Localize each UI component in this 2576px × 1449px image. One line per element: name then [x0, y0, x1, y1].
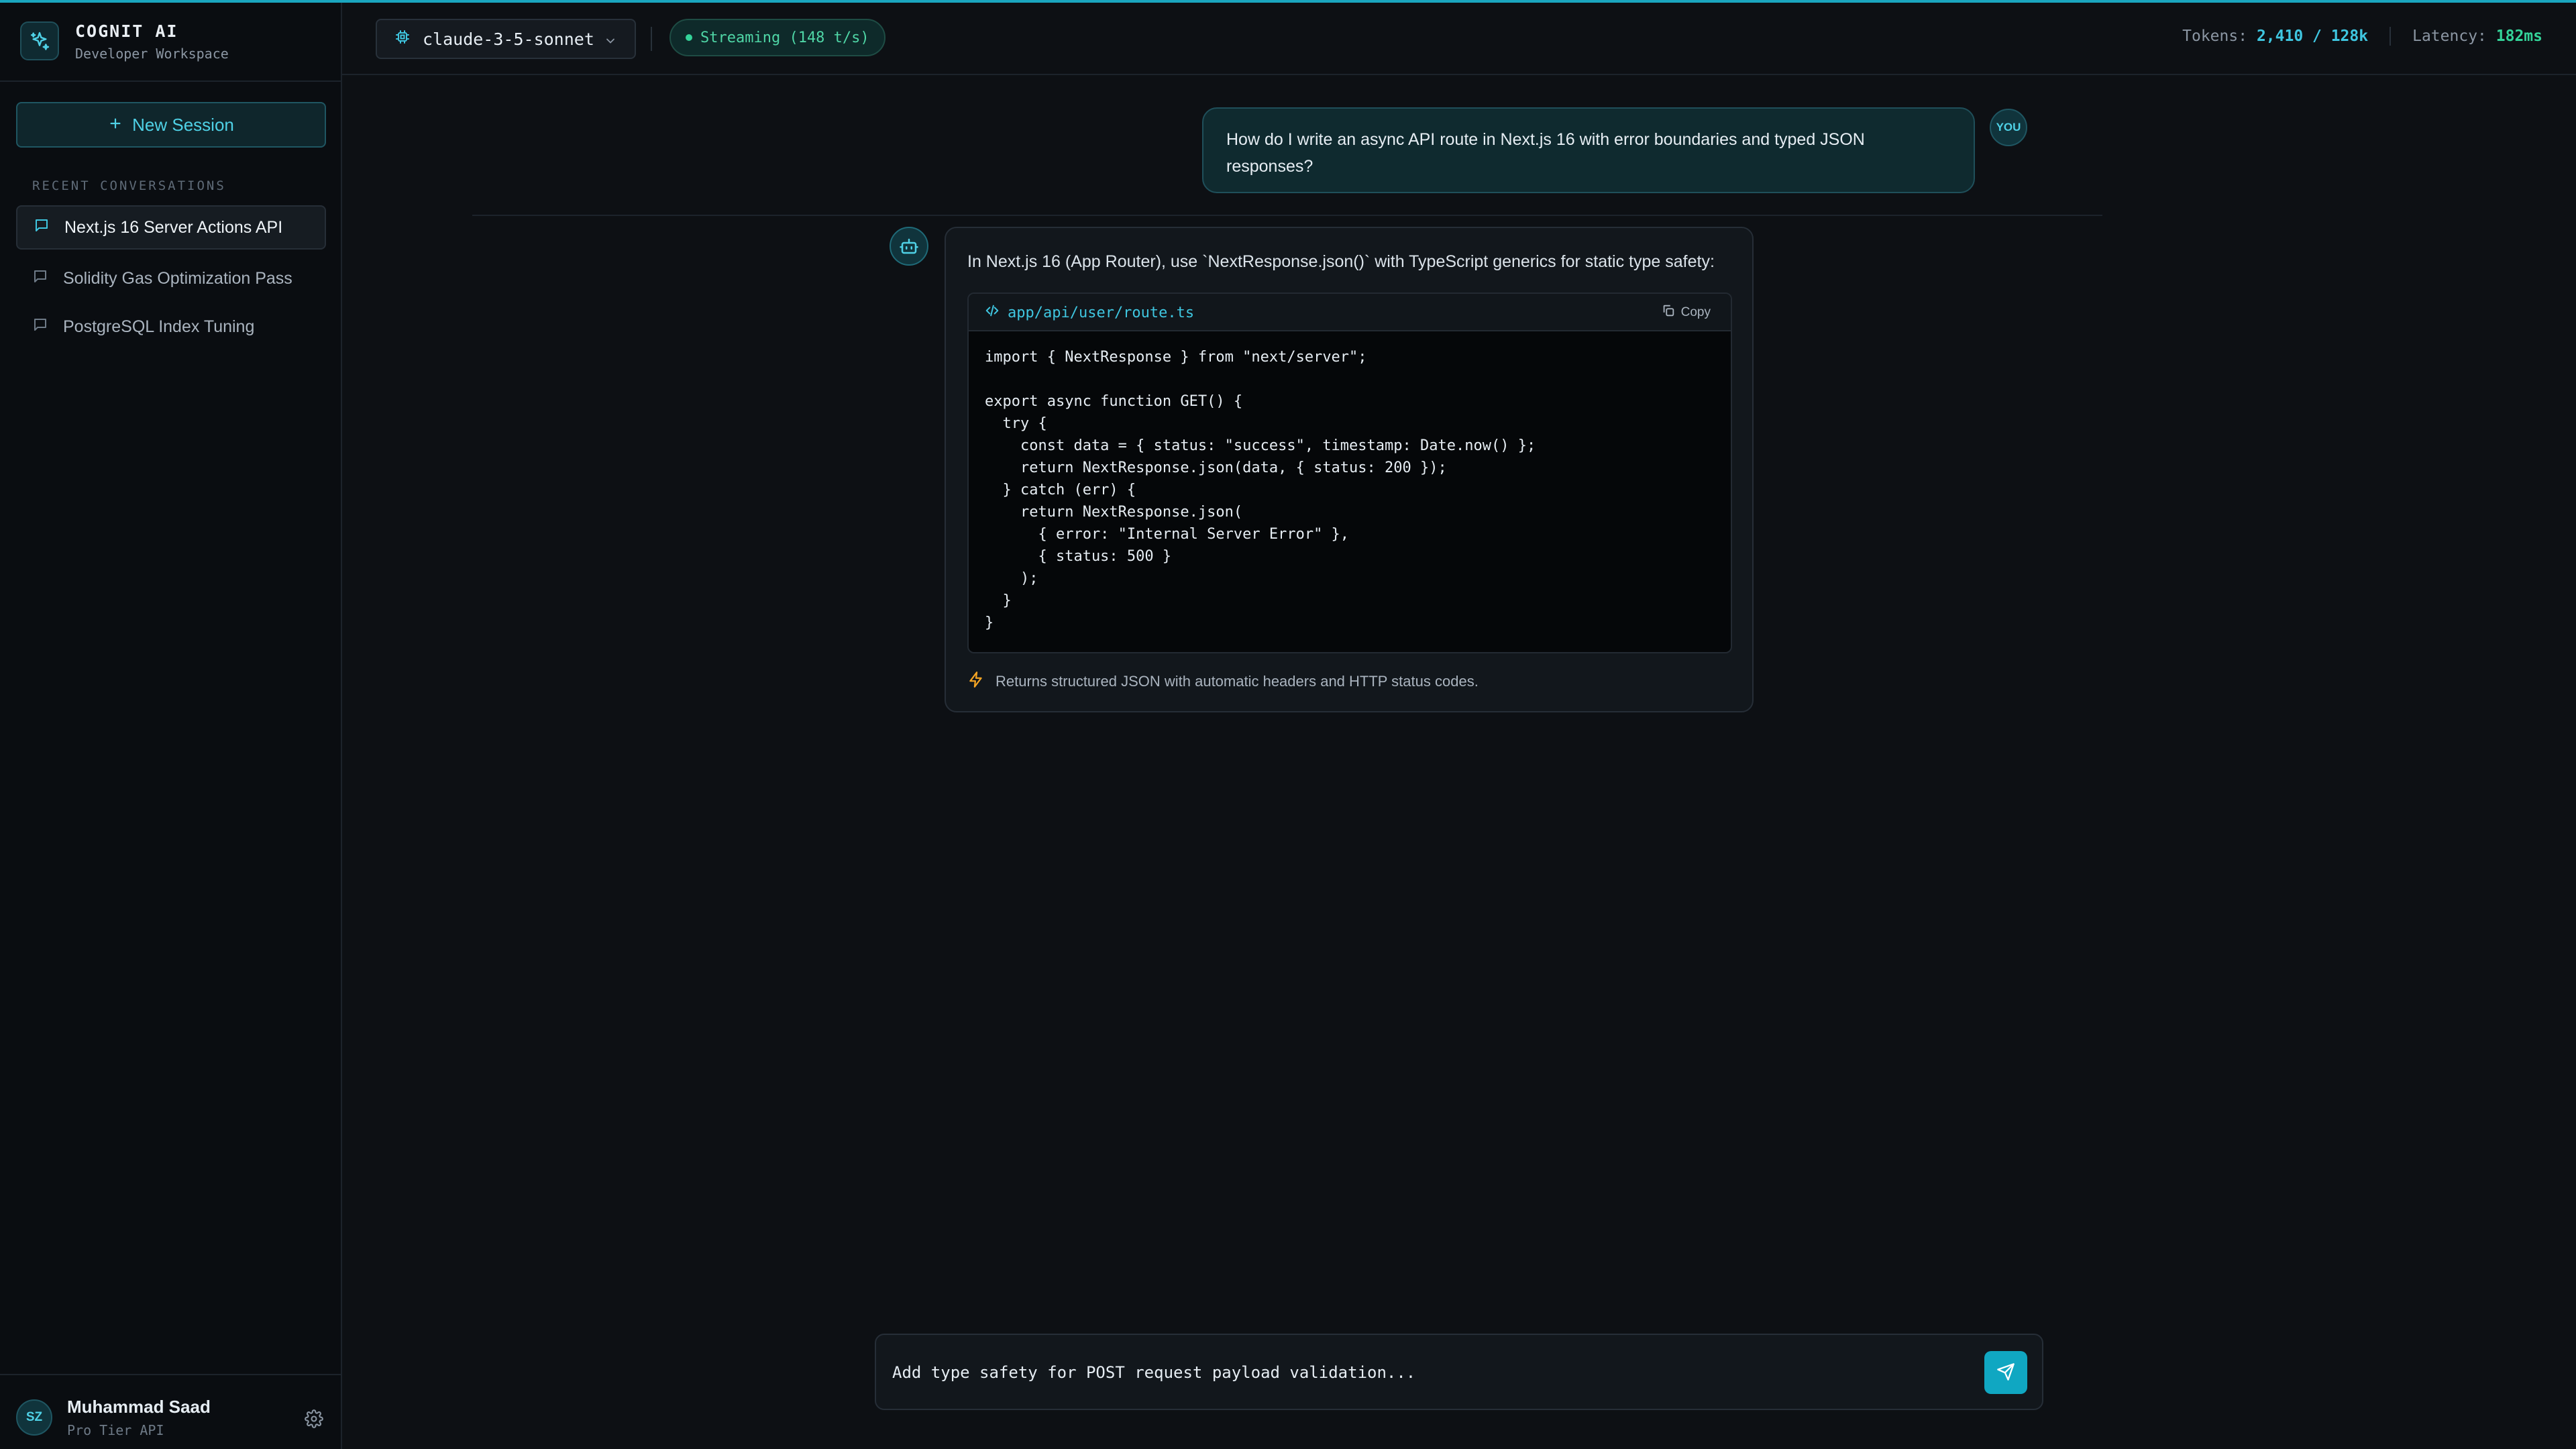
- assistant-intro: In Next.js 16 (App Router), use `NextRes…: [967, 252, 1715, 271]
- latency-value: 182ms: [2496, 28, 2542, 45]
- sidebar-item-nextjs[interactable]: Next.js 16 Server Actions API: [16, 205, 326, 250]
- copy-label: Copy: [1680, 305, 1711, 319]
- stats-divider: [2390, 27, 2392, 46]
- user-tier: Pro Tier API: [67, 1422, 164, 1438]
- section-label-recent: RECENT CONVERSATIONS: [32, 178, 226, 193]
- sparkle-icon: [20, 21, 59, 60]
- cpu-icon: [394, 29, 411, 49]
- send-button[interactable]: [1984, 1351, 2027, 1394]
- message-square-icon: [32, 268, 48, 289]
- sidebar-item-label: Next.js 16 Server Actions API: [64, 217, 283, 237]
- sidebar-item-solidity[interactable]: Solidity Gas Optimization Pass: [16, 256, 326, 301]
- prompt-input[interactable]: [892, 1355, 1966, 1390]
- brand-title: COGNIT AI: [75, 21, 178, 41]
- code-filename: app/api/user/route.ts: [985, 303, 1194, 322]
- assistant-footnote: Returns structured JSON with automatic h…: [967, 671, 1479, 692]
- code-filename-label: app/api/user/route.ts: [1008, 304, 1195, 321]
- message-divider: [472, 215, 2102, 216]
- user-message: How do I write an async API route in Nex…: [1202, 107, 1975, 193]
- tokens-value: 2,410 / 128k: [2256, 28, 2369, 45]
- chevron-down-icon: [604, 32, 617, 52]
- gear-icon: [305, 1409, 323, 1430]
- sidebar-item-postgresql[interactable]: PostgreSQL Index Tuning: [16, 305, 326, 349]
- model-name: claude-3-5-sonnet: [423, 29, 594, 49]
- brand-header: COGNIT AI Developer Workspace: [0, 3, 341, 82]
- user-avatar-badge: YOU: [1990, 109, 2027, 146]
- sidebar: COGNIT AI Developer Workspace New Sessio…: [0, 3, 342, 1449]
- code-block: app/api/user/route.ts Copy import { Next…: [967, 292, 1732, 653]
- model-select[interactable]: claude-3-5-sonnet: [376, 19, 636, 59]
- code-content: import { NextResponse } from "next/serve…: [985, 349, 1536, 631]
- code-icon: [985, 303, 1000, 322]
- avatar[interactable]: SZ: [16, 1399, 52, 1436]
- new-session-button[interactable]: New Session: [16, 102, 326, 148]
- zap-icon: [967, 671, 985, 692]
- usage-stats: Tokens: 2,410 / 128k Latency: 182ms: [2182, 27, 2542, 46]
- user-name: Muhammad Saad: [67, 1397, 211, 1417]
- copy-button[interactable]: Copy: [1656, 301, 1716, 325]
- composer: [875, 1334, 2043, 1410]
- user-panel: SZ Muhammad Saad Pro Tier API: [0, 1374, 341, 1449]
- status-dot: [686, 34, 692, 41]
- bot-icon: [890, 227, 928, 266]
- message-square-icon: [32, 317, 48, 337]
- code-block-header: app/api/user/route.ts Copy: [969, 294, 1731, 331]
- status-badge: Streaming (148 t/s): [669, 19, 885, 56]
- tokens-label: Tokens:: [2182, 28, 2248, 45]
- message-square-icon: [34, 217, 50, 238]
- top-header: claude-3-5-sonnet Streaming (148 t/s) To…: [342, 3, 2576, 75]
- header-divider: [651, 27, 652, 51]
- assistant-message: In Next.js 16 (App Router), use `NextRes…: [945, 227, 1754, 712]
- latency-label: Latency:: [2412, 28, 2487, 45]
- new-session-label: New Session: [132, 114, 234, 135]
- sidebar-item-label: Solidity Gas Optimization Pass: [63, 268, 292, 288]
- brand-subtitle: Developer Workspace: [75, 46, 229, 62]
- settings-button[interactable]: [303, 1409, 325, 1430]
- copy-icon: [1661, 303, 1676, 322]
- plus-icon: [108, 115, 123, 136]
- footnote-text: Returns structured JSON with automatic h…: [996, 673, 1479, 690]
- send-icon: [1996, 1362, 2015, 1383]
- sidebar-item-label: PostgreSQL Index Tuning: [63, 317, 255, 336]
- stream-status-label: Streaming (148 t/s): [700, 29, 869, 46]
